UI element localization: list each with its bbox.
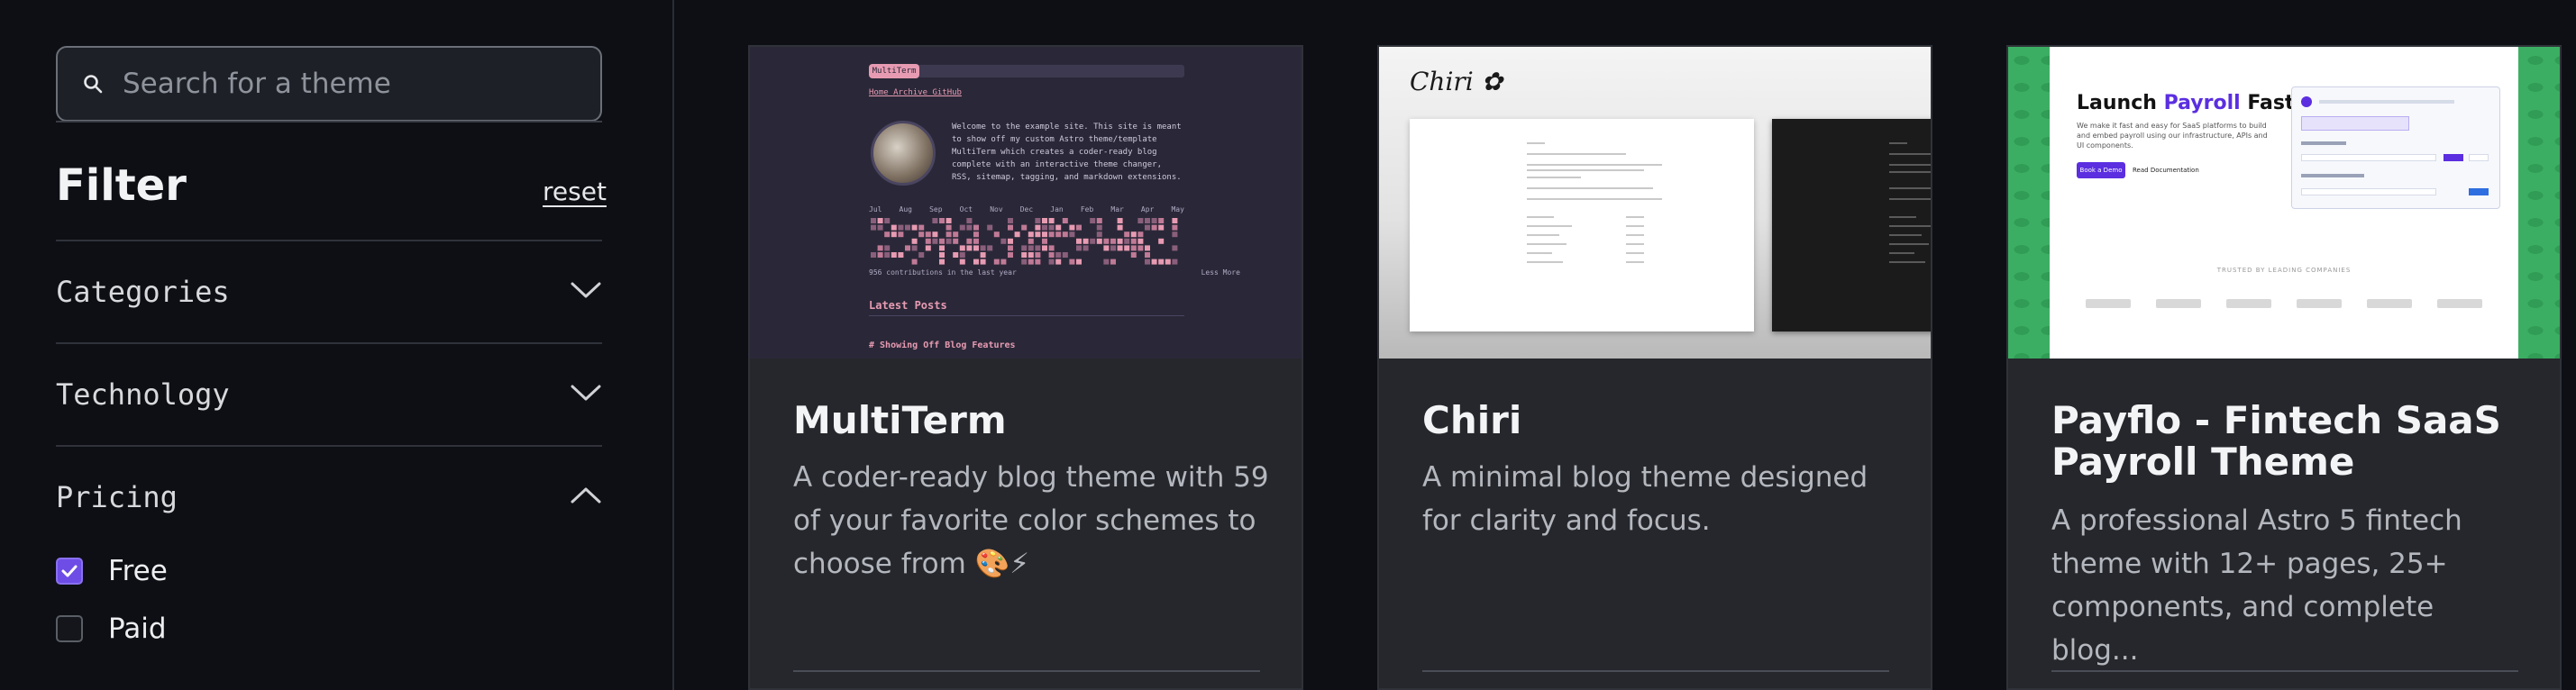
thumb-site-tag: MultiTerm — [869, 64, 919, 78]
thumb-company-logos — [2086, 299, 2482, 308]
paid-checkbox[interactable] — [56, 615, 83, 642]
hero-accent-text: Payroll — [2163, 92, 2241, 114]
thumb-nav-links: Home Archive GitHub — [869, 88, 962, 97]
thumb-logo: Chiri ✿ — [1410, 67, 1503, 96]
thumb-latest-posts-heading: Latest Posts — [869, 299, 947, 312]
card-description: A professional Astro 5 fintech theme wit… — [2051, 504, 2462, 667]
search-box[interactable] — [56, 46, 602, 122]
reset-link[interactable]: reset — [543, 177, 607, 206]
theme-card-multiterm[interactable]: MultiTerm Home Archive GitHub Welcome to… — [748, 45, 1303, 690]
card-description: A coder-ready blog theme with 59 of your… — [793, 461, 1269, 580]
theme-card-payflo[interactable]: Launch Payroll Fast We make it fast and … — [2006, 45, 2562, 690]
technology-accordion[interactable]: Technology — [56, 342, 602, 445]
thumb-divider — [869, 315, 1184, 316]
card-title[interactable]: MultiTerm — [793, 400, 1280, 441]
thumb-dark-page — [1772, 119, 1931, 331]
thumb-hero-heading: Launch Payroll Fast — [2077, 92, 2295, 114]
thumb-intro-text: Welcome to the example site. This site i… — [952, 123, 1182, 182]
free-label: Free — [108, 555, 168, 587]
card-divider — [2051, 670, 2518, 672]
hero-text: Launch — [2077, 92, 2164, 114]
pricing-accordion[interactable]: Pricing — [56, 445, 602, 548]
pricing-option-free[interactable]: Free — [56, 555, 168, 587]
pricing-label: Pricing — [56, 480, 178, 514]
technology-label: Technology — [56, 377, 230, 412]
categories-accordion[interactable]: Categories — [56, 240, 602, 342]
card-title[interactable]: Payflo - Fintech SaaS Payroll Theme — [2051, 400, 2538, 483]
contribution-count-text: 956 contributions in the last year — [869, 268, 1017, 277]
theme-card-chiri[interactable]: Chiri ✿ Chiri A minimal blog theme desig… — [1377, 45, 1932, 690]
thumb-hero-subtext: We make it fast and easy for SaaS platfo… — [2077, 122, 2268, 150]
theme-thumbnail[interactable]: MultiTerm Home Archive GitHub Welcome to… — [750, 47, 1302, 359]
free-checkbox[interactable] — [56, 558, 83, 585]
categories-label: Categories — [56, 275, 230, 309]
thumb-landing-page: Launch Payroll Fast We make it fast and … — [2050, 47, 2518, 359]
search-divider — [56, 121, 602, 123]
contribution-legend: Less More — [1201, 268, 1240, 277]
search-icon — [81, 72, 105, 95]
chevron-down-icon — [570, 280, 602, 304]
card-description: A minimal blog theme designed for clarit… — [1422, 461, 1868, 537]
filter-sidebar: Filter reset Categories Technology Prici… — [0, 0, 674, 690]
thumb-docs-link: Read Documentation — [2133, 167, 2199, 174]
thumb-post-title: # Showing Off Blog Features — [869, 340, 1016, 350]
card-divider — [793, 670, 1260, 672]
thumb-contribution-grid — [871, 218, 1178, 265]
search-input[interactable] — [123, 68, 600, 100]
chevron-down-icon — [570, 383, 602, 406]
theme-thumbnail[interactable]: Launch Payroll Fast We make it fast and … — [2008, 47, 2560, 359]
theme-thumbnail[interactable]: Chiri ✿ — [1379, 47, 1931, 359]
card-divider — [1422, 670, 1889, 672]
thumb-contribution-count: 956 contributions in the last year Less … — [869, 268, 1240, 277]
paid-label: Paid — [108, 613, 167, 645]
thumb-trusted-label: TRUSTED BY LEADING COMPANIES — [2216, 267, 2352, 274]
thumb-light-page — [1410, 119, 1754, 331]
thumb-avatar — [871, 121, 936, 186]
thumb-dashboard-panel — [2291, 86, 2500, 209]
card-title[interactable]: Chiri — [1422, 400, 1909, 441]
filter-heading: Filter — [56, 160, 187, 211]
chevron-up-icon — [570, 486, 602, 509]
hero-text: Fast — [2240, 92, 2295, 114]
thumb-demo-button: Book a Demo — [2077, 162, 2125, 178]
pricing-option-paid[interactable]: Paid — [56, 613, 167, 645]
